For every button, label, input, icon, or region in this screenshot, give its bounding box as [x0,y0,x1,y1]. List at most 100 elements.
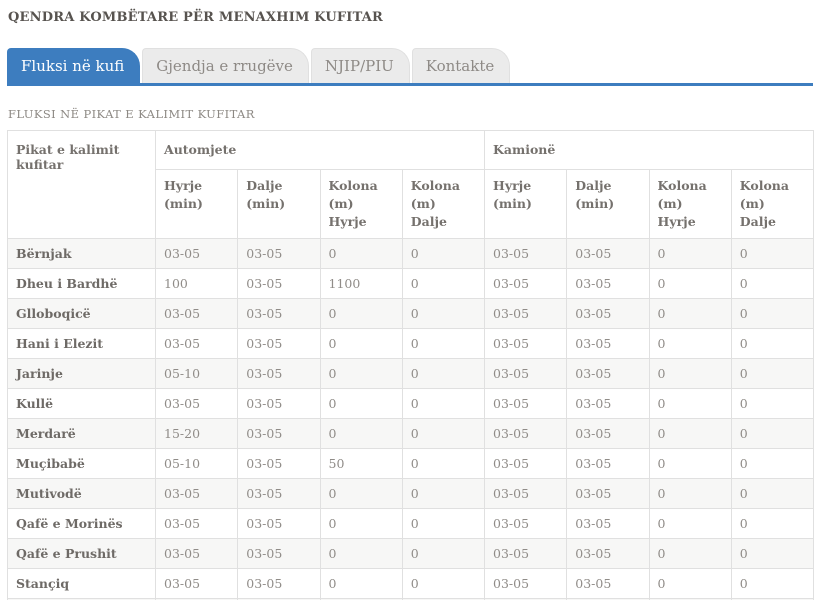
crossing-point-name: Stançiq [7,568,156,600]
value-cell: 0 [319,328,403,360]
column-header: Dalje (min) [566,168,650,240]
value-cell: 03-05 [237,568,321,600]
value-cell: 03-05 [566,298,650,330]
crossing-point-name: Kullë [7,388,156,420]
table-row: Kullë 03-05 03-05 0 0 03-05 03-05 0 0 [7,388,815,420]
crossing-point-name: Hani i Elezit [7,328,156,360]
value-cell: 03-05 [484,358,568,390]
value-cell: 0 [648,358,732,390]
value-cell: 0 [648,418,732,450]
value-cell: 0 [648,448,732,480]
crossing-point-name: Jarinje [7,358,156,390]
value-cell: 03-05 [484,478,568,510]
table-row: Merdarë 15-20 03-05 0 0 03-05 03-05 0 0 [7,418,815,450]
value-cell: 0 [401,568,486,600]
value-cell: 0 [648,328,732,360]
table-row: Bërnjak 03-05 03-05 0 0 03-05 03-05 0 0 [7,238,815,270]
value-cell: 03-05 [566,538,650,570]
value-cell: 03-05 [154,328,239,360]
crossing-point-name: Bërnjak [7,238,156,270]
column-header: Dalje (min) [237,168,321,240]
table-row: Stançiq 03-05 03-05 0 0 03-05 03-05 0 0 [7,568,815,600]
table-header: Pikat e kalimit kufitar Automjete Kamion… [7,129,815,240]
crossing-point-name: Qafë e Prushit [7,538,156,570]
table-row: Qafë e Prushit 03-05 03-05 0 0 03-05 03-05 0 0 [7,538,815,570]
value-cell: 03-05 [566,268,650,300]
value-cell: 0 [648,508,732,540]
value-cell: 0 [319,538,403,570]
value-cell: 03-05 [566,508,650,540]
crossing-point-name: Qafë e Morinës [7,508,156,540]
value-cell: 03-05 [237,418,321,450]
crossing-point-name: Merdarë [7,418,156,450]
table-row: Muçibabë 05-10 03-05 50 0 03-05 03-05 0 0 [7,448,815,480]
value-cell: 03-05 [484,418,568,450]
value-cell: 03-05 [484,538,568,570]
column-header: Hyrje (min) [484,168,568,240]
value-cell: 0 [319,418,403,450]
value-cell: 03-05 [237,388,321,420]
value-cell: 03-05 [154,238,239,270]
table-row: Jarinje 05-10 03-05 0 0 03-05 03-05 0 0 [7,358,815,390]
column-header-crossing-points: Pikat e kalimit kufitar [7,129,156,240]
value-cell: 03-05 [484,388,568,420]
value-cell: 0 [319,358,403,390]
table-row: Hani i Elezit 03-05 03-05 0 0 03-05 03-05 0 0 [7,328,815,360]
value-cell: 03-05 [566,238,650,270]
value-cell: 03-05 [154,388,239,420]
table-body: Bërnjak 03-05 03-05 0 0 03-05 03-05 0 0 Dheu i Ba… [7,238,815,600]
value-cell: 03-05 [566,418,650,450]
column-header: Kolona (m) Dalje [401,168,486,240]
value-cell: 0 [648,268,732,300]
value-cell: 03-05 [237,298,321,330]
value-cell: 0 [648,298,732,330]
value-cell: 03-05 [237,478,321,510]
value-cell: 0 [648,538,732,570]
value-cell: 03-05 [237,448,321,480]
table-row: Mutivodë 03-05 03-05 0 0 03-05 03-05 0 0 [7,478,815,510]
value-cell: 03-05 [237,538,321,570]
value-cell: 0 [319,388,403,420]
value-cell: 0 [401,328,486,360]
value-cell: 03-05 [154,568,239,600]
table-row: Glloboqicë 03-05 03-05 0 0 03-05 03-05 0 0 [7,298,815,330]
value-cell: 0 [319,568,403,600]
tab-njip-piu[interactable]: NJIP/PIU [310,48,410,83]
crossing-point-name: Dheu i Bardhë [7,268,156,300]
value-cell: 03-05 [566,568,650,600]
value-cell: 03-05 [484,268,568,300]
value-cell: 0 [730,508,815,540]
value-cell: 0 [401,388,486,420]
value-cell: 0 [730,238,815,270]
value-cell: 03-05 [484,568,568,600]
tab-kontakte[interactable]: Kontakte [411,48,511,83]
column-header: Kolona (m) Hyrje [648,168,732,240]
crossing-point-name: Muçibabë [7,448,156,480]
tab-gjendja-e-rrugeve[interactable]: Gjendja e rrugëve [142,48,309,83]
value-cell: 0 [401,298,486,330]
value-cell: 0 [319,478,403,510]
value-cell: 0 [319,238,403,270]
value-cell: 03-05 [566,358,650,390]
value-cell: 1100 [319,268,403,300]
tab-bar: Fluksi në kufi Gjendja e rrugëve NJIP/PI… [7,48,813,86]
value-cell: 03-05 [484,298,568,330]
value-cell: 03-05 [154,298,239,330]
tab-fluksi-ne-kufi[interactable]: Fluksi në kufi [7,48,141,83]
value-cell: 0 [648,568,732,600]
group-header-row: Pikat e kalimit kufitar Automjete Kamion… [7,129,815,240]
value-cell: 03-05 [154,538,239,570]
page: QENDRA KOMBËTARE PËR MENAXHIM KUFITAR Fl… [0,0,820,600]
value-cell: 0 [730,268,815,300]
page-title: QENDRA KOMBËTARE PËR MENAXHIM KUFITAR [8,10,384,25]
section-title: FLUKSI NË PIKAT E KALIMIT KUFITAR [8,107,255,121]
table-row: Dheu i Bardhë 100 03-05 1100 0 03-05 03-05 0 0 [7,268,815,300]
value-cell: 03-05 [484,238,568,270]
value-cell: 0 [730,298,815,330]
value-cell: 0 [401,538,486,570]
value-cell: 0 [730,328,815,360]
value-cell: 0 [730,478,815,510]
value-cell: 03-05 [154,478,239,510]
value-cell: 0 [730,388,815,420]
column-header: Hyrje (min) [154,168,239,240]
